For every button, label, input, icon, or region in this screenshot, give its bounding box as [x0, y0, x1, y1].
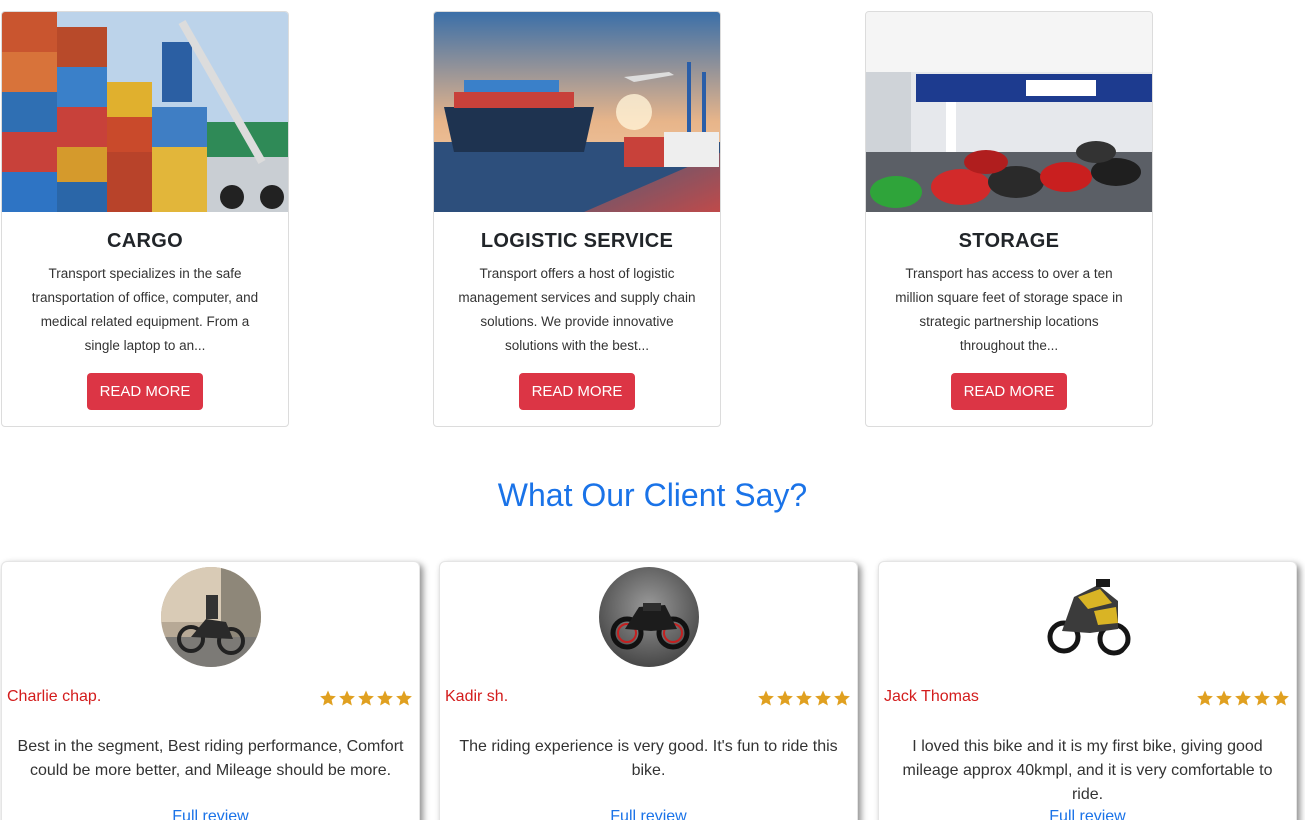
- full-review-link[interactable]: Full review: [440, 808, 857, 820]
- motorcycle-showroom-image: [866, 12, 1152, 212]
- service-title: STORAGE: [958, 230, 1060, 252]
- star-icon: [1197, 690, 1213, 706]
- star-icon: [1235, 690, 1251, 706]
- star-icon: [796, 690, 812, 706]
- avatar: [160, 567, 261, 667]
- service-description: Transport has access to over a ten milli…: [895, 266, 1123, 353]
- star-icon: [1216, 690, 1232, 706]
- star-icon: [377, 690, 393, 706]
- service-card-cargo: CARGO Transport specializes in the safe …: [1, 11, 289, 427]
- review-text: Best in the segment, Best riding perform…: [17, 738, 404, 779]
- star-icon: [320, 690, 336, 706]
- read-more-button[interactable]: READ MORE: [950, 373, 1068, 410]
- star-icon: [1273, 690, 1289, 706]
- star-icon: [777, 690, 793, 706]
- service-description: Transport offers a host of logistic mana…: [458, 266, 696, 353]
- read-more-button[interactable]: READ MORE: [518, 373, 636, 410]
- service-card-logistic: LOGISTIC SERVICE Transport offers a host…: [433, 11, 721, 427]
- ship-plane-truck-image: [434, 12, 720, 212]
- review-card: Charlie chap. Best in the segment, Best …: [1, 561, 420, 820]
- testimonials-heading: What Our Client Say?: [497, 477, 808, 513]
- service-title: CARGO: [107, 230, 183, 252]
- star-icon: [758, 690, 774, 706]
- star-rating: [319, 689, 413, 707]
- reviewer-name: Charlie chap.: [7, 688, 102, 705]
- star-icon: [339, 690, 355, 706]
- star-rating: [1196, 689, 1290, 707]
- star-icon: [834, 690, 850, 706]
- reviewer-name: Kadir sh.: [445, 688, 509, 705]
- service-description: Transport specializes in the safe transp…: [31, 266, 259, 353]
- review-card: Jack Thomas I loved this bike and it is …: [878, 561, 1297, 820]
- star-rating: [757, 689, 851, 707]
- reviewer-name: Jack Thomas: [884, 688, 979, 705]
- star-icon: [396, 690, 412, 706]
- avatar: [1037, 567, 1138, 667]
- service-card-storage: STORAGE Transport has access to over a t…: [865, 11, 1153, 427]
- full-review-link[interactable]: Full review: [2, 808, 419, 820]
- star-icon: [1254, 690, 1270, 706]
- service-title: LOGISTIC SERVICE: [480, 230, 674, 252]
- review-text: I loved this bike and it is my first bik…: [902, 738, 1273, 803]
- review-text: The riding experience is very good. It's…: [459, 738, 838, 779]
- read-more-button[interactable]: READ MORE: [86, 373, 204, 410]
- full-review-link[interactable]: Full review: [879, 808, 1296, 820]
- star-icon: [358, 690, 374, 706]
- review-card: Kadir sh. The riding experience is very …: [439, 561, 858, 820]
- star-icon: [815, 690, 831, 706]
- avatar: [598, 567, 699, 667]
- cargo-containers-image: [2, 12, 288, 212]
